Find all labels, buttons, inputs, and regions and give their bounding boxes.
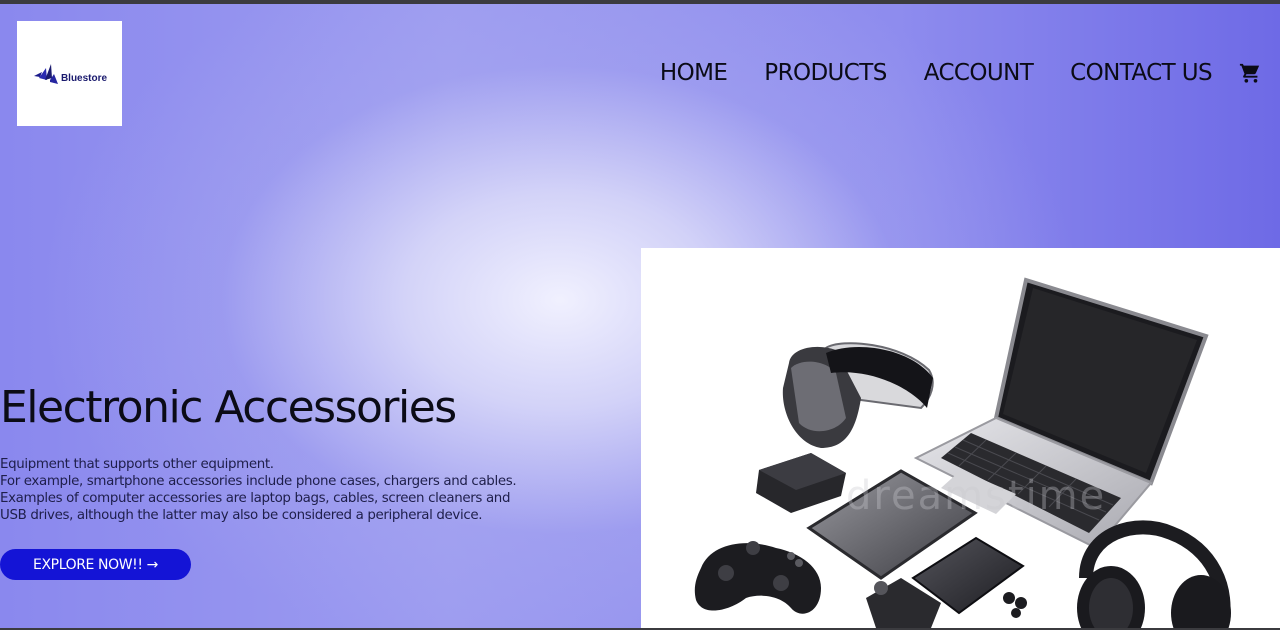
hero-product-image: dreamstime (641, 248, 1280, 628)
nav-contact-us[interactable]: CONTACT US (1070, 60, 1212, 86)
hero-description-line: USB drives, although the latter may also… (0, 508, 483, 523)
hero-title: Electronic Accessories (0, 382, 457, 433)
nav-home[interactable]: HOME (660, 60, 728, 86)
shopping-cart-icon[interactable] (1238, 61, 1262, 85)
nav-account[interactable]: ACCOUNT (924, 60, 1034, 86)
external-drive-icon (756, 453, 846, 513)
brand-logo[interactable]: Bluestore (17, 21, 122, 126)
image-watermark: dreamstime (846, 473, 1107, 519)
hero-description-line: Examples of computer accessories are lap… (0, 491, 511, 506)
gamepad-icon (694, 541, 821, 614)
headphones-icon (1077, 520, 1231, 628)
hero-description-line: For example, smartphone accessories incl… (0, 474, 517, 489)
page: Bluestore HOME PRODUCTS ACCOUNT CONTACT … (0, 0, 1280, 630)
explore-now-button[interactable]: EXPLORE NOW!! → (0, 549, 191, 580)
logo-mark: Bluestore (32, 62, 107, 86)
bird-logo-icon (33, 63, 58, 84)
vr-headset-icon (782, 342, 934, 448)
window-top-border (0, 0, 1280, 4)
logo-text: Bluestore (60, 72, 108, 84)
nav-products[interactable]: PRODUCTS (764, 60, 887, 86)
earbuds-icon (1003, 592, 1027, 618)
electronics-illustration (694, 277, 1231, 628)
main-nav: HOME PRODUCTS ACCOUNT CONTACT US (660, 60, 1262, 86)
hero-description: Equipment that supports other equipment.… (0, 456, 630, 524)
hero-description-line: Equipment that supports other equipment. (0, 457, 274, 472)
